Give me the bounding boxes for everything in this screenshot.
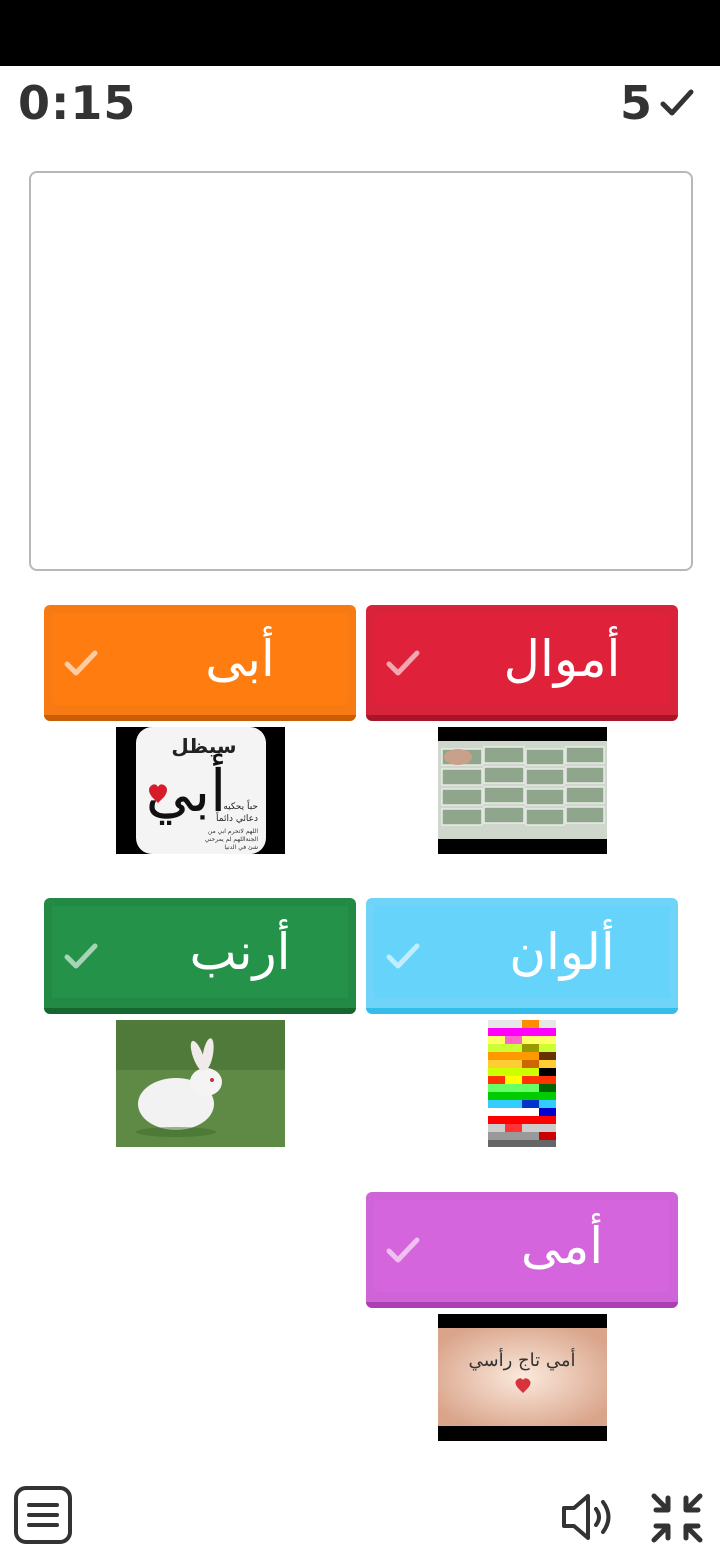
mom-image: أمي تاج رأسي xyxy=(438,1314,607,1441)
abi-image-line: الجنةاللهم لم يمرحني xyxy=(205,836,259,843)
status-bar xyxy=(0,0,720,66)
menu-button[interactable] xyxy=(14,1486,72,1544)
mom-image-text: أمي تاج رأسي xyxy=(469,1348,576,1371)
colors-image xyxy=(488,1020,556,1147)
option-button-arnab[interactable]: أرنب xyxy=(44,898,356,1014)
score: 5 xyxy=(620,76,694,130)
score-value: 5 xyxy=(619,76,652,130)
option-button-umi[interactable]: أمى xyxy=(366,1192,678,1308)
money-image xyxy=(438,727,607,854)
abi-image-line: شئ في الدنيا xyxy=(224,844,258,851)
check-icon xyxy=(64,650,98,676)
option-label: ألوان xyxy=(509,923,615,981)
option-button-alwan[interactable]: ألوان xyxy=(366,898,678,1014)
option-label: أبى xyxy=(205,630,275,688)
option-label: أرنب xyxy=(189,923,291,981)
checkmark-icon xyxy=(660,89,694,116)
check-icon xyxy=(386,650,420,676)
answer-drop-box[interactable] xyxy=(29,171,693,571)
menu-icon-line xyxy=(27,1523,59,1527)
check-icon xyxy=(386,943,420,969)
collapse-icon[interactable] xyxy=(648,1490,706,1546)
abi-image-title: سيظل xyxy=(171,734,236,758)
option-label: أموال xyxy=(503,630,621,688)
check-icon xyxy=(386,1237,420,1263)
option-button-amwal[interactable]: أموال xyxy=(366,605,678,721)
speaker-icon[interactable] xyxy=(558,1490,618,1544)
menu-icon-line xyxy=(27,1513,59,1517)
option-button-abi[interactable]: أبى xyxy=(44,605,356,721)
timer: 0:15 xyxy=(18,76,137,130)
check-icon xyxy=(64,943,98,969)
abi-image: سيظل أبي حباً يحكيه دعائي دائماً اللهم ل… xyxy=(116,727,285,854)
option-label: أمى xyxy=(520,1217,604,1275)
abi-image-line: اللهم لاتحرم ابي من xyxy=(208,828,258,835)
rabbit-image xyxy=(116,1020,285,1147)
menu-icon-line xyxy=(27,1503,59,1507)
